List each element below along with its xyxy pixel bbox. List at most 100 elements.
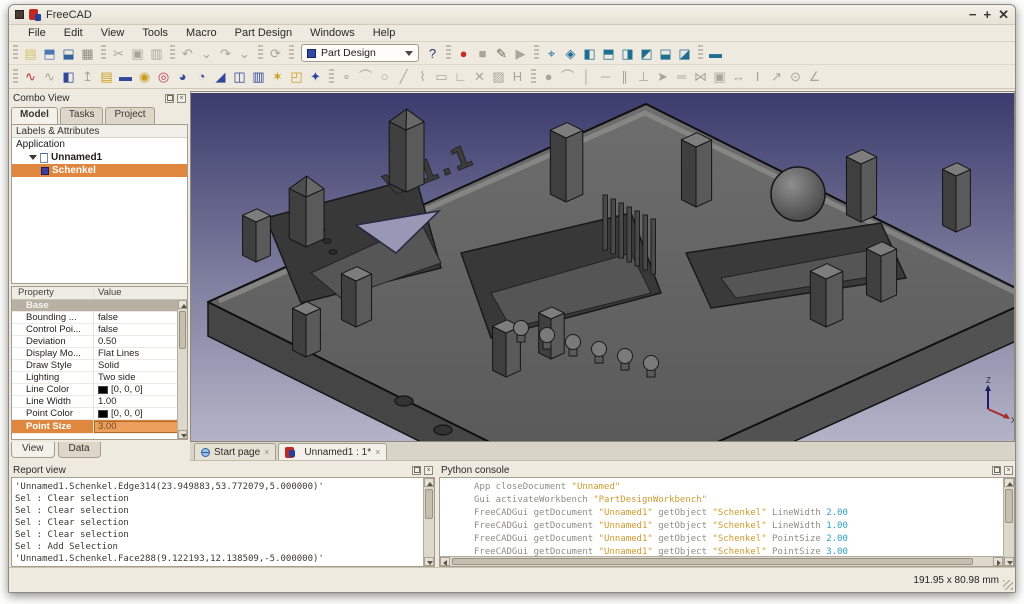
measure-button[interactable]: ▬ bbox=[706, 43, 725, 63]
fit-all-button[interactable]: ⌖ bbox=[542, 43, 561, 63]
minimize-button[interactable]: − bbox=[969, 8, 977, 22]
scrollbar-thumb[interactable] bbox=[452, 558, 973, 565]
close-button[interactable]: ✕ bbox=[998, 8, 1009, 22]
property-group-base[interactable]: Base bbox=[12, 300, 187, 312]
parallel-constraint-button[interactable]: ∥ bbox=[615, 67, 634, 87]
vertical-distance-constraint-button[interactable]: I bbox=[748, 67, 767, 87]
multitransform-button[interactable]: ✦ bbox=[306, 67, 325, 87]
coincident-constraint-button[interactable]: ● bbox=[539, 67, 558, 87]
close-panel-icon[interactable] bbox=[177, 94, 186, 103]
refresh-button[interactable]: ⟳ bbox=[266, 43, 285, 63]
open-document-button[interactable]: ⬒ bbox=[40, 43, 59, 63]
tree-item-application[interactable]: Application bbox=[12, 138, 187, 151]
property-row[interactable]: Bounding ... false bbox=[12, 312, 187, 324]
scrollbar-thumb[interactable] bbox=[425, 489, 433, 519]
property-scrollbar[interactable] bbox=[177, 300, 187, 439]
report-scrollbar[interactable] bbox=[423, 478, 434, 566]
scroll-left-icon[interactable] bbox=[440, 557, 450, 566]
toolbar-handle[interactable] bbox=[258, 45, 263, 61]
equal-constraint-button[interactable]: ═ bbox=[672, 67, 691, 87]
toolbar-handle[interactable] bbox=[289, 45, 294, 61]
undo-dropdown[interactable]: ⌄ bbox=[197, 43, 216, 63]
scroll-up-icon[interactable] bbox=[424, 478, 434, 487]
menu-windows[interactable]: Windows bbox=[301, 26, 364, 40]
new-sketch-button[interactable]: ∿ bbox=[21, 67, 40, 87]
scroll-down-icon[interactable] bbox=[424, 557, 434, 566]
tab-view[interactable]: View bbox=[11, 442, 55, 458]
macro-stop-button[interactable]: ■ bbox=[473, 43, 492, 63]
symmetric-constraint-button[interactable]: ⋈ bbox=[691, 67, 710, 87]
edit-sketch-button[interactable]: ∿ bbox=[40, 67, 59, 87]
bottom-view-button[interactable]: ⬓ bbox=[656, 43, 675, 63]
tab-tasks[interactable]: Tasks bbox=[60, 107, 104, 124]
property-column-header[interactable]: Property bbox=[12, 287, 94, 299]
macro-edit-button[interactable]: ✎ bbox=[492, 43, 511, 63]
property-row-point-size[interactable]: Point Size 3.00 bbox=[12, 420, 187, 434]
chamfer-button[interactable]: ◔ bbox=[192, 67, 211, 87]
python-console-log[interactable]: App closeDocument "Unnamed"Gui activateW… bbox=[439, 477, 1015, 567]
menu-macro[interactable]: Macro bbox=[177, 26, 226, 40]
map-sketch-button[interactable]: ◧ bbox=[59, 67, 78, 87]
horizontal-distance-constraint-button[interactable]: ↔ bbox=[729, 67, 748, 87]
toolbar-handle[interactable] bbox=[534, 45, 539, 61]
toolbar-handle[interactable] bbox=[170, 45, 175, 61]
horizontal-constraint-button[interactable]: ─ bbox=[596, 67, 615, 87]
toolbar-handle[interactable] bbox=[698, 45, 703, 61]
cut-button[interactable]: ✂ bbox=[109, 43, 128, 63]
toolbar-handle[interactable] bbox=[329, 69, 334, 85]
close-panel-icon[interactable] bbox=[1004, 466, 1013, 475]
scroll-up-icon[interactable] bbox=[178, 300, 187, 309]
fillet-button[interactable]: ◕ bbox=[173, 67, 192, 87]
python-console-scrollbar[interactable] bbox=[1003, 478, 1014, 566]
save-button[interactable]: ⬓ bbox=[59, 43, 78, 63]
property-row[interactable]: Lighting Two side bbox=[12, 372, 187, 384]
pad-button[interactable]: ▤ bbox=[97, 67, 116, 87]
menu-view[interactable]: View bbox=[92, 26, 134, 40]
scrollbar-thumb[interactable] bbox=[179, 311, 186, 349]
point-on-object-constraint-button[interactable]: ⌒ bbox=[558, 67, 577, 87]
property-row-line-color[interactable]: Line Color [0, 0, 0] bbox=[12, 384, 187, 396]
workbench-selector[interactable]: Part Design bbox=[301, 44, 419, 62]
rear-view-button[interactable]: ◩ bbox=[637, 43, 656, 63]
property-row[interactable]: Draw Style Solid bbox=[12, 360, 187, 372]
tab-project[interactable]: Project bbox=[105, 107, 154, 124]
toolbar-handle[interactable] bbox=[101, 45, 106, 61]
tangent-constraint-button[interactable]: ➤ bbox=[653, 67, 672, 87]
menu-part-design[interactable]: Part Design bbox=[226, 26, 301, 40]
point-size-editor[interactable]: 3.00 bbox=[94, 421, 187, 433]
toolbar-handle[interactable] bbox=[13, 45, 18, 61]
groove-button[interactable]: ◎ bbox=[154, 67, 173, 87]
sketch-fillet-tool[interactable]: ∟ bbox=[451, 67, 470, 87]
scroll-right-icon[interactable] bbox=[993, 557, 1003, 566]
tab-unnamed1[interactable]: Unnamed1 : 1* bbox=[278, 443, 387, 460]
polar-pattern-button[interactable]: ✶ bbox=[268, 67, 287, 87]
close-tab-icon[interactable] bbox=[264, 447, 269, 457]
property-row[interactable]: Line Width 1.00 bbox=[12, 396, 187, 408]
print-button[interactable]: ▦ bbox=[78, 43, 97, 63]
distance-constraint-button[interactable]: ↗ bbox=[767, 67, 786, 87]
resize-grip[interactable] bbox=[1003, 580, 1013, 590]
value-column-header[interactable]: Value bbox=[94, 287, 187, 299]
float-panel-icon[interactable] bbox=[992, 466, 1001, 475]
lock-constraint-button[interactable]: ▣ bbox=[710, 67, 729, 87]
rectangle-tool[interactable]: ▭ bbox=[432, 67, 451, 87]
scrollbar-thumb[interactable] bbox=[1005, 489, 1013, 523]
right-view-button[interactable]: ◨ bbox=[618, 43, 637, 63]
tree-item-document[interactable]: Unnamed1 bbox=[12, 151, 187, 164]
pocket-button[interactable]: ▬ bbox=[116, 67, 135, 87]
property-row[interactable]: Display Mo... Flat Lines bbox=[12, 348, 187, 360]
new-document-button[interactable]: ▤ bbox=[21, 43, 40, 63]
3d-viewport[interactable]: V.1.1 Z X bbox=[190, 91, 1015, 442]
property-row[interactable]: Deviation 0.50 bbox=[12, 336, 187, 348]
toolbar-handle[interactable] bbox=[13, 69, 18, 85]
top-view-button[interactable]: ⬒ bbox=[599, 43, 618, 63]
redo-button[interactable]: ↷ bbox=[216, 43, 235, 63]
close-panel-icon[interactable] bbox=[424, 466, 433, 475]
property-row[interactable]: Control Poi... false bbox=[12, 324, 187, 336]
vertical-constraint-button[interactable]: │ bbox=[577, 67, 596, 87]
property-row-point-color[interactable]: Point Color [0, 0, 0] bbox=[12, 408, 187, 420]
angle-constraint-button[interactable]: ∠ bbox=[805, 67, 824, 87]
toolbar-handle[interactable] bbox=[446, 45, 451, 61]
tab-model[interactable]: Model bbox=[11, 107, 58, 124]
revolution-button[interactable]: ◉ bbox=[135, 67, 154, 87]
